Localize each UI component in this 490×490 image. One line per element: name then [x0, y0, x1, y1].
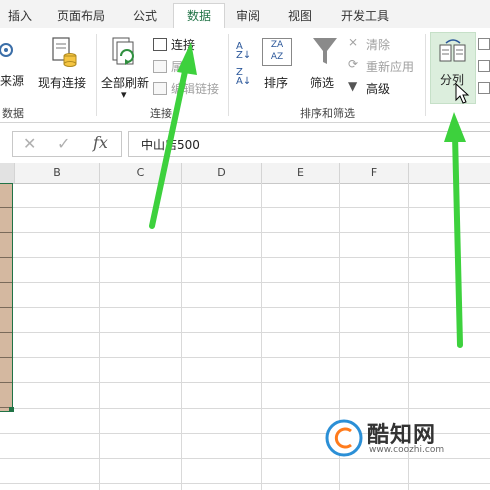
annotation-arrow-connections: [149, 42, 197, 229]
watermark-url: www.coozhi.com: [369, 445, 445, 455]
annotation-arrow-text-to-columns: [444, 112, 466, 348]
watermark: 酷知网 www.coozhi.com: [325, 415, 475, 465]
coozhi-logo-icon: [325, 419, 363, 457]
